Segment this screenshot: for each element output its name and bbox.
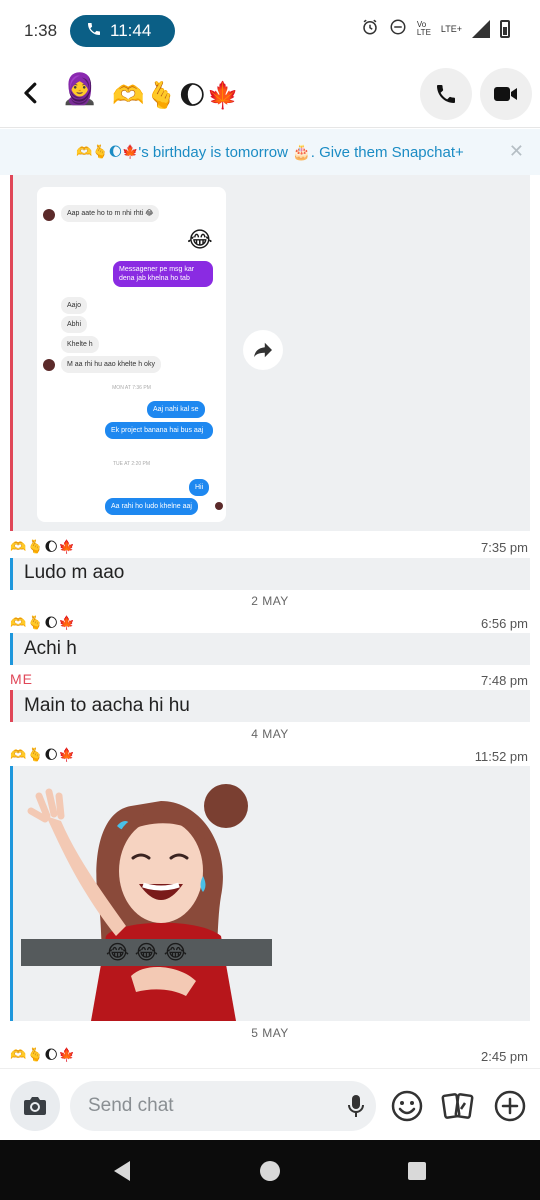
sticker-caption: 😂 😂 😂 (21, 939, 272, 966)
ongoing-call-pill[interactable]: 11:44 (70, 15, 175, 47)
friend-avatar[interactable]: 🧕 (60, 72, 100, 114)
message-bubble[interactable]: Main to aacha hi hu (10, 690, 530, 722)
volte-icon: Vo LTE (416, 20, 431, 37)
signal-icon (472, 20, 490, 38)
screenshot-image[interactable]: Aap aate ho to m nhi rhti 😂 😂 Messagener… (37, 187, 226, 522)
friend-name[interactable]: 🫶🫰🌔🍁 (112, 80, 240, 111)
phone-icon (437, 85, 455, 103)
bitmoji-image (27, 784, 248, 1021)
video-call-button[interactable] (480, 68, 532, 120)
chat-composer (0, 1068, 540, 1140)
screenshot-timestamp: TUE AT 2:20 PM (112, 461, 151, 467)
lte-plus-label: LTE+ (440, 24, 462, 34)
sender-name: 🫶🫰🌔🍁 (10, 1047, 77, 1062)
banner-text: 's birthday is tomorrow 🎂. Give them Sna… (138, 144, 464, 161)
screenshot-message: Ek project banana hai bus aaj (105, 422, 213, 439)
back-button[interactable] (16, 78, 46, 108)
system-navigation-bar (0, 1140, 540, 1200)
screenshot-message: Abhi (61, 316, 88, 333)
send-chat-input[interactable] (88, 1081, 338, 1131)
avatar (215, 502, 223, 510)
date-separator: 4 MAY (251, 727, 289, 741)
message-time: 2:45 pm (481, 1049, 528, 1064)
sender-me-label: ME (10, 671, 33, 687)
screenshot-message: Khelte h (61, 336, 99, 353)
date-separator: 2 MAY (251, 594, 289, 608)
screenshot-timestamp: MON AT 7:36 PM (112, 385, 151, 391)
alarm-icon (361, 18, 379, 40)
birthday-banner[interactable]: 🫶🫰🌔🍁 's birthday is tomorrow 🎂. Give the… (0, 129, 540, 175)
chat-thread[interactable]: Aap aate ho to m nhi rhti 😂 😂 Messagener… (0, 175, 540, 1068)
status-bar: 1:38 11:44 Vo LTE LTE+ (0, 0, 540, 62)
voice-call-button[interactable] (420, 68, 472, 120)
sender-name: 🫶🫰🌔🍁 (10, 747, 77, 762)
forward-arrow-icon (254, 342, 272, 358)
message-time: 7:48 pm (481, 673, 528, 688)
nav-back-icon[interactable] (112, 1160, 132, 1187)
microphone-icon[interactable] (348, 1094, 364, 1118)
avatar (43, 209, 55, 221)
call-duration: 11:44 (110, 21, 152, 40)
emoji-smiley-icon[interactable] (390, 1089, 424, 1123)
message-text: Main to aacha hi hu (24, 695, 190, 716)
nav-recents-icon[interactable] (407, 1161, 427, 1186)
chat-header: 🧕 🫶🫰🌔🍁 (0, 62, 540, 128)
banner-emoji: 🫶🫰🌔🍁 (76, 144, 139, 159)
do-not-disturb-icon (389, 18, 407, 40)
camera-button[interactable] (10, 1081, 60, 1131)
message-time: 11:52 pm (474, 749, 528, 764)
close-icon[interactable]: ✕ (509, 141, 524, 162)
nav-home-icon[interactable] (259, 1160, 281, 1187)
date-separator: 5 MAY (251, 1026, 289, 1040)
screenshot-message: Aa rahi ho ludo khelne aaj (105, 498, 198, 515)
sender-name: 🫶🫰🌔🍁 (10, 539, 77, 554)
message-time: 7:35 pm (481, 540, 528, 555)
sender-name: 🫶🫰🌔🍁 (10, 615, 77, 630)
message-bubble[interactable]: Achi h (10, 633, 530, 665)
screenshot-message: Aajo (61, 297, 88, 314)
message-time: 6:56 pm (481, 616, 528, 631)
forward-button[interactable] (243, 330, 283, 370)
phone-icon (86, 21, 102, 41)
avatar (43, 359, 55, 371)
screenshot-message: Aap aate ho to m nhi rhti 😂 (61, 205, 160, 222)
screenshot-message: M aa rhi hu aao khelte h oky (61, 356, 161, 373)
message-input-container[interactable] (70, 1081, 376, 1131)
screenshot-message: Hii (189, 479, 210, 496)
camera-icon (24, 1097, 46, 1115)
screenshot-emoji: 😂 (187, 227, 213, 252)
message-text: Ludo m aao (24, 562, 125, 583)
video-camera-icon (494, 87, 517, 101)
sticker-cards-icon[interactable] (441, 1089, 475, 1123)
system-icons: Vo LTE LTE+ (361, 18, 510, 40)
battery-icon (500, 20, 510, 38)
screenshot-message: Aaj nahi kal se (147, 401, 205, 418)
message-text: Achi h (24, 638, 77, 659)
status-time: 1:38 (24, 21, 58, 40)
shared-screenshot-message[interactable]: Aap aate ho to m nhi rhti 😂 😂 Messagener… (10, 175, 530, 531)
bitmoji-sticker[interactable]: 😂 😂 😂 (10, 766, 530, 1021)
message-bubble[interactable]: Ludo m aao (10, 558, 530, 590)
screenshot-message: Messagener pe msg kar dena jab khelna ho… (113, 261, 213, 287)
plus-circle-icon[interactable] (493, 1089, 527, 1123)
